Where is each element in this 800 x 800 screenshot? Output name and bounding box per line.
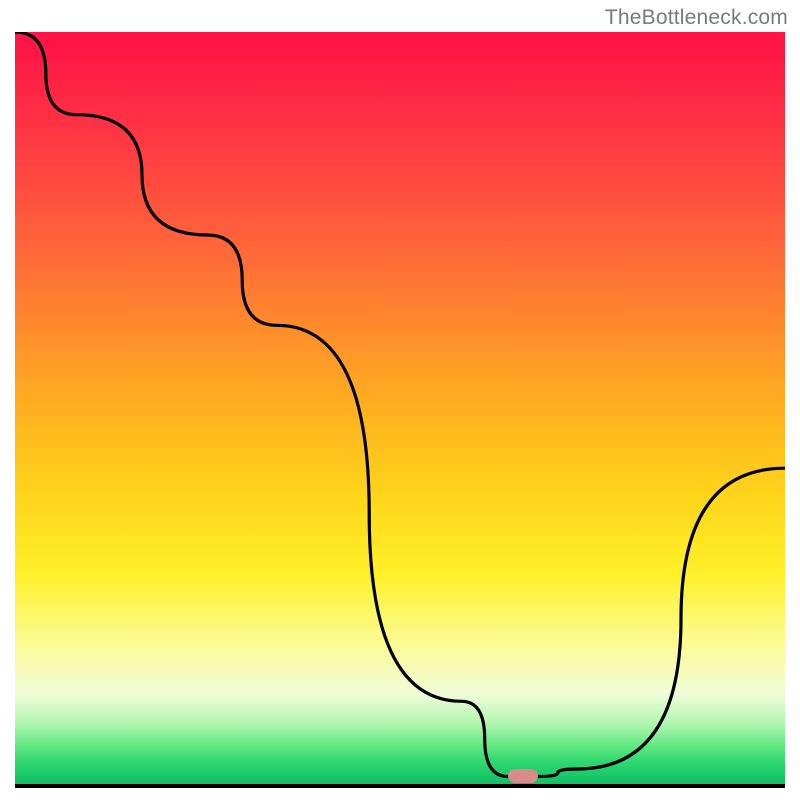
chart-container: TheBottleneck.com <box>0 0 800 800</box>
plot-area <box>15 32 785 788</box>
bottleneck-curve-path <box>15 32 785 777</box>
curve-svg <box>15 32 785 784</box>
watermark-text: TheBottleneck.com <box>605 6 788 30</box>
optimal-marker <box>508 769 538 783</box>
